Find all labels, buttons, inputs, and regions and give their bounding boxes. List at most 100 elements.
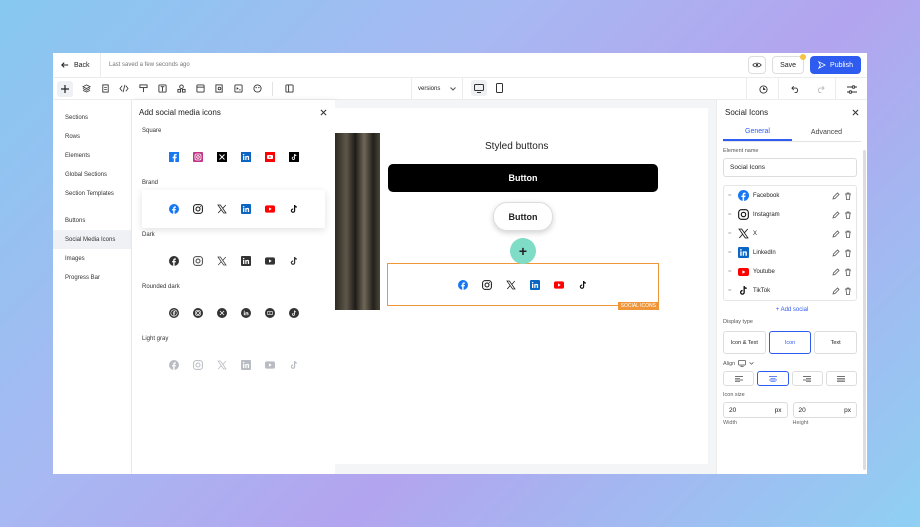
layout-button[interactable] [191, 80, 209, 98]
social-icons-element[interactable]: SOCIAL ICONS [387, 263, 659, 310]
pencil-icon[interactable] [832, 248, 840, 257]
layers-button[interactable] [77, 80, 95, 98]
trash-icon[interactable] [844, 211, 852, 219]
theme-button[interactable] [248, 80, 266, 98]
tab-advanced[interactable]: Advanced [792, 124, 861, 141]
nav-item-progress-bar[interactable]: Progress Bar [53, 268, 131, 287]
chevron-down-icon[interactable] [749, 362, 754, 365]
trash-icon[interactable] [844, 249, 852, 257]
back-button[interactable]: Back [53, 53, 101, 78]
nav-item-social-media-icons[interactable]: Social Media Icons [53, 230, 131, 249]
publish-button[interactable]: Publish [810, 56, 861, 74]
pencil-icon[interactable] [832, 286, 840, 295]
facebook-icon[interactable] [458, 279, 468, 290]
nav-item-images[interactable]: Images [53, 249, 131, 268]
close-icon[interactable] [852, 109, 859, 116]
display-type-selector: Icon & Text Icon Text [723, 331, 858, 354]
icon-set-light-gray[interactable] [132, 346, 335, 384]
trash-icon[interactable] [844, 287, 852, 295]
pencil-icon[interactable] [832, 210, 840, 219]
integrations-button[interactable] [172, 80, 190, 98]
trash-icon[interactable] [844, 230, 852, 238]
width-input[interactable]: 20 px [723, 402, 788, 418]
paint-button[interactable] [134, 80, 152, 98]
icon-set-rounded-dark[interactable] [132, 294, 335, 332]
nav-item-elements[interactable]: Elements [53, 146, 131, 165]
nav-item-global-sections[interactable]: Global Sections [53, 165, 131, 184]
pencil-icon[interactable] [832, 267, 840, 276]
nav-item-sections[interactable]: Sections [53, 108, 131, 127]
split-view-button[interactable] [280, 80, 298, 98]
mobile-view-button[interactable] [491, 80, 507, 96]
redo-button[interactable] [811, 80, 829, 98]
drag-handle-icon[interactable]: = [728, 269, 734, 275]
tiktok-icon [289, 204, 299, 214]
x-icon[interactable] [506, 280, 516, 290]
element-name-input[interactable]: Social Icons [723, 158, 857, 177]
height-input[interactable]: 20 px [792, 402, 857, 418]
align-left-button[interactable] [723, 371, 755, 386]
social-name: LinkedIn [753, 249, 776, 256]
pencil-icon[interactable] [832, 191, 840, 200]
nav-item-buttons[interactable]: Buttons [53, 211, 131, 230]
list-item[interactable]: = Facebook [724, 186, 856, 205]
list-item[interactable]: = Youtube [724, 262, 856, 281]
drag-handle-icon[interactable]: = [728, 212, 734, 218]
align-center-button[interactable] [757, 371, 789, 386]
youtube-icon[interactable] [554, 280, 564, 290]
pages-button[interactable] [96, 80, 114, 98]
versions-dropdown[interactable]: versions [411, 78, 463, 100]
social-name: Facebook [753, 192, 780, 199]
drag-handle-icon[interactable]: = [728, 288, 734, 294]
icon-set-brand[interactable] [142, 190, 325, 228]
styled-buttons-heading[interactable]: Styled buttons [485, 141, 548, 152]
display-text-option[interactable]: Text [814, 331, 858, 354]
instagram-icon[interactable] [482, 279, 492, 290]
tiktok-icon[interactable] [578, 280, 588, 290]
code-button[interactable] [115, 80, 133, 98]
drag-handle-icon[interactable]: = [728, 231, 734, 237]
drag-handle-icon[interactable]: = [728, 250, 734, 256]
desktop-view-button[interactable] [471, 80, 487, 96]
list-item[interactable]: = X [724, 224, 856, 243]
add-social-button[interactable]: + Add social [717, 307, 867, 313]
display-icon-and-text-option[interactable]: Icon & Text [723, 331, 766, 354]
settings-scrollbar[interactable] [863, 150, 866, 470]
undo-button[interactable] [786, 80, 804, 98]
add-element-button[interactable] [57, 80, 73, 97]
dark-button-element[interactable]: Button [388, 164, 658, 192]
editor-toolbar: versions [53, 78, 867, 100]
preview-button[interactable] [748, 56, 767, 74]
display-icon-option[interactable]: Icon [768, 331, 812, 354]
align-right-button[interactable] [791, 371, 823, 386]
typography-button[interactable] [153, 80, 171, 98]
history-button[interactable] [754, 80, 772, 98]
align-justify-button[interactable] [825, 371, 857, 386]
trash-icon[interactable] [844, 268, 852, 276]
icon-set-square[interactable] [132, 138, 335, 176]
add-block-button[interactable]: + [510, 238, 536, 264]
nav-item-rows[interactable]: Rows [53, 127, 131, 146]
trash-icon[interactable] [844, 192, 852, 200]
list-item[interactable]: = TikTok [724, 281, 856, 300]
save-button[interactable]: Save [772, 54, 807, 74]
list-item[interactable]: = LinkedIn [724, 243, 856, 262]
text-icon [157, 84, 167, 93]
outlined-button-element[interactable]: Button [493, 202, 553, 231]
search-page-button[interactable] [210, 80, 228, 98]
desktop-icon[interactable] [738, 360, 747, 367]
align-selector [723, 371, 857, 386]
list-item[interactable]: = Instagram [724, 205, 856, 224]
facebook-icon [738, 190, 749, 201]
desktop-icon [474, 83, 484, 93]
nav-item-section-templates[interactable]: Section Templates [53, 184, 131, 203]
close-icon[interactable] [320, 109, 327, 116]
icon-set-dark[interactable] [132, 242, 335, 280]
tab-general[interactable]: General [723, 124, 792, 141]
linkedin-icon[interactable] [530, 279, 540, 290]
settings-panel-button[interactable] [843, 80, 861, 98]
custom-code-button[interactable] [229, 80, 247, 98]
pencil-icon[interactable] [832, 229, 840, 238]
forest-image[interactable] [335, 133, 380, 310]
drag-handle-icon[interactable]: = [728, 193, 734, 199]
